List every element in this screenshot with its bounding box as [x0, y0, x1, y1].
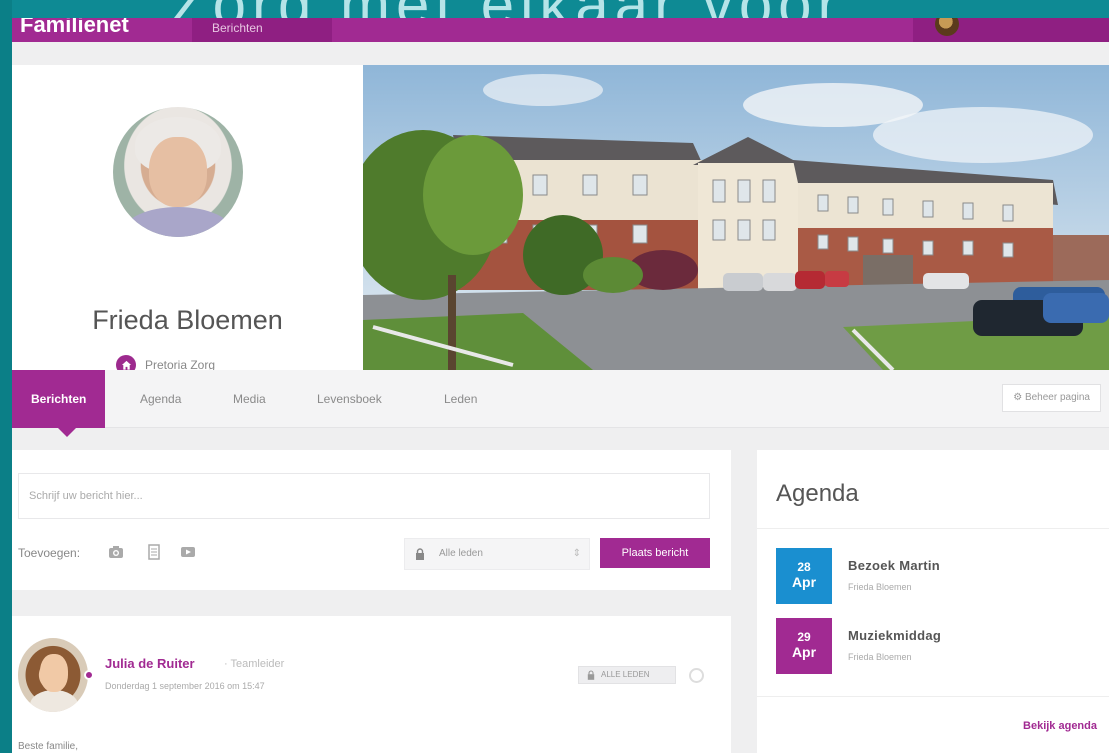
profile-name: Frieda Bloemen — [92, 305, 283, 335]
event-subtitle: Frieda Bloemen — [848, 652, 912, 662]
event-subtitle: Frieda Bloemen — [848, 582, 912, 592]
post-composer: Schrijf uw bericht hier... Toevoegen: Al… — [12, 450, 731, 590]
agenda-title: Agenda — [776, 480, 859, 507]
add-label: Toevoegen: — [18, 546, 81, 560]
tab-leden[interactable]: Leden — [444, 370, 477, 428]
manage-page-button[interactable]: ⚙ Beheer pagina — [1002, 384, 1101, 412]
profile-card: Frieda Bloemen Pretoria Zorg — [12, 65, 363, 375]
cover-photo — [363, 65, 1109, 370]
divider — [757, 696, 1109, 697]
event-date-badge: 28 Apr — [776, 548, 832, 604]
agenda-event[interactable]: 29 Apr Muziekmiddag Frieda Bloemen — [776, 618, 1096, 674]
top-navigation: Familienet Berichten — [12, 18, 1109, 42]
audience-value: Alle leden — [439, 548, 483, 559]
nav-item-berichten[interactable]: Berichten — [192, 18, 332, 42]
post-author-role: · Teamleider — [224, 658, 285, 670]
app-frame: Familienet Berichten Frieda Bloemen Pret… — [12, 18, 1109, 753]
tab-berichten[interactable]: Berichten — [12, 370, 106, 437]
post-author[interactable]: Julia de Ruiter — [105, 656, 195, 671]
document-icon[interactable] — [146, 544, 162, 560]
event-month: Apr — [791, 644, 817, 660]
profile-tabs: Berichten Agenda Media Levensboek Leden — [12, 370, 1109, 437]
message-input[interactable]: Schrijf uw bericht hier... — [18, 473, 710, 519]
view-agenda-link[interactable]: Bekijk agenda — [1023, 720, 1097, 732]
online-status-dot — [84, 670, 94, 680]
author-avatar[interactable] — [18, 638, 88, 712]
select-arrows-icon: ⇕ — [572, 548, 581, 559]
visibility-badge: ALLE LEDEN — [578, 666, 676, 684]
lock-icon — [587, 670, 595, 680]
audience-select[interactable]: Alle leden ⇕ — [404, 538, 590, 570]
agenda-widget: Agenda 28 Apr Bezoek Martin Frieda Bloem… — [757, 450, 1109, 753]
banner-text: Zorg met elkaar voor — [170, 0, 844, 18]
post-message-button[interactable]: Plaats bericht — [600, 538, 710, 568]
post-date: Donderdag 1 september 2016 om 15:47 — [105, 681, 265, 691]
event-day: 28 — [797, 560, 811, 574]
gear-icon: ⚙ — [1013, 392, 1023, 403]
event-day: 29 — [797, 630, 811, 644]
event-title: Muziekmiddag — [848, 628, 942, 643]
left-border — [0, 0, 12, 753]
video-icon[interactable] — [180, 544, 196, 560]
camera-icon[interactable] — [108, 544, 124, 560]
post-card: Julia de Ruiter · Teamleider Donderdag 1… — [12, 616, 731, 753]
top-banner: Zorg met elkaar voor — [0, 0, 1109, 18]
care-home-building-image — [363, 65, 1109, 370]
brand-logo[interactable]: Familienet — [12, 18, 188, 42]
visibility-label: ALLE LEDEN — [601, 670, 650, 679]
tab-media[interactable]: Media — [233, 370, 266, 428]
manage-page-label: Beheer pagina — [1024, 392, 1090, 403]
profile-avatar — [113, 107, 243, 237]
event-month: Apr — [791, 574, 817, 590]
event-title: Bezoek Martin — [848, 558, 941, 573]
tab-agenda[interactable]: Agenda — [140, 370, 181, 428]
role-label: Teamleider — [230, 658, 285, 670]
divider — [757, 528, 1109, 529]
user-menu[interactable] — [913, 18, 1109, 42]
post-text: Beste familie, — [18, 741, 79, 752]
event-date-badge: 29 Apr — [776, 618, 832, 674]
lock-icon — [416, 548, 424, 560]
tab-levensboek[interactable]: Levensboek — [317, 370, 382, 428]
user-avatar[interactable] — [935, 18, 959, 36]
nav-item-label: Berichten — [212, 21, 263, 35]
post-options-icon[interactable] — [689, 668, 704, 683]
agenda-event[interactable]: 28 Apr Bezoek Martin Frieda Bloemen — [776, 548, 1096, 604]
